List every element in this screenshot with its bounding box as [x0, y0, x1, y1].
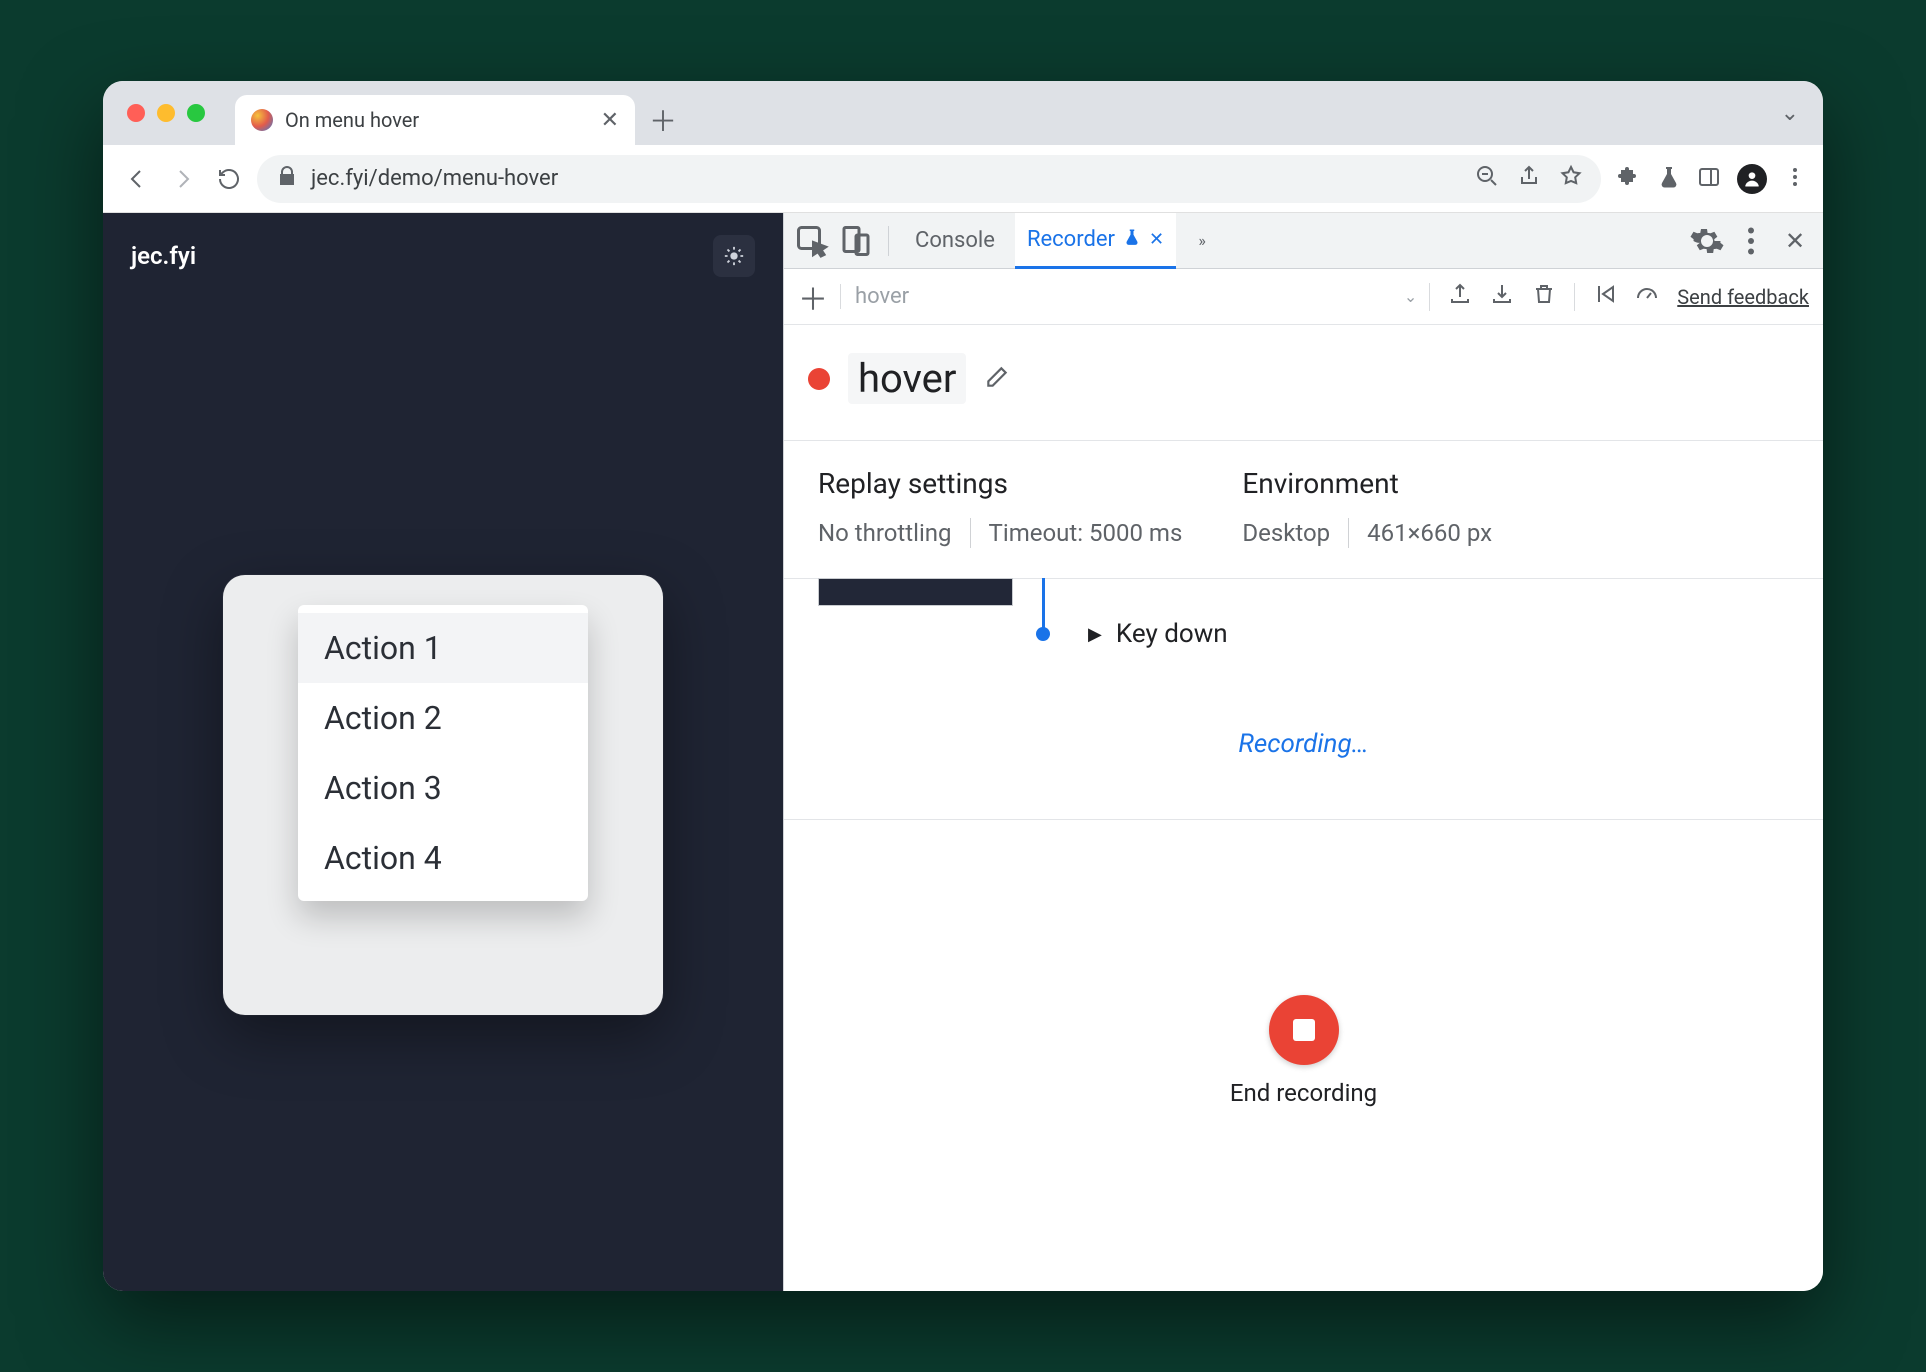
omnibox-actions	[1475, 164, 1583, 194]
timeline-connector	[1042, 578, 1045, 630]
tab-title: On menu hover	[285, 108, 589, 132]
dropdown-menu: Action 1 Action 2 Action 3 Action 4	[298, 605, 588, 901]
kebab-menu-icon[interactable]	[1783, 165, 1807, 193]
timeline: ▶ Key down Recording…	[784, 579, 1823, 820]
performance-icon[interactable]	[1635, 282, 1659, 312]
close-tab-button[interactable]: ✕	[601, 108, 619, 133]
devtools-panel: Console Recorder ✕ » ✕ ＋ hover ⌄	[783, 213, 1823, 1291]
omnibox[interactable]: jec.fyi/demo/menu-hover	[257, 155, 1601, 203]
menu-item-2[interactable]: Action 2	[298, 683, 588, 753]
settings-gear-icon[interactable]	[1689, 223, 1725, 259]
page-body: Hover me! Action 1 Action 2 Action 3 Act…	[103, 299, 783, 1291]
page-header: jec.fyi	[103, 213, 783, 299]
profile-avatar[interactable]	[1737, 164, 1767, 194]
stop-icon	[1293, 1019, 1315, 1041]
window-controls	[117, 104, 205, 122]
recording-settings: Replay settings No throttling Timeout: 5…	[784, 441, 1823, 579]
browser-window: On menu hover ✕ ＋ ⌄ jec.fyi/demo/menu-ho…	[103, 81, 1823, 1291]
side-panel-icon[interactable]	[1697, 165, 1721, 193]
browser-tab[interactable]: On menu hover ✕	[235, 95, 635, 145]
content-split: jec.fyi Hover me! Action 1 Action 2 Acti…	[103, 213, 1823, 1291]
close-devtools-icon[interactable]: ✕	[1777, 223, 1813, 259]
maximize-window-button[interactable]	[187, 104, 205, 122]
tab-console[interactable]: Console	[903, 213, 1007, 269]
close-panel-icon[interactable]: ✕	[1149, 229, 1164, 250]
timeline-node-icon	[1036, 627, 1050, 641]
site-name: jec.fyi	[131, 242, 196, 270]
edit-name-icon[interactable]	[984, 364, 1010, 394]
labs-flask-icon[interactable]	[1657, 165, 1681, 193]
env-device: Desktop	[1242, 519, 1330, 547]
share-icon[interactable]	[1517, 164, 1541, 194]
close-window-button[interactable]	[127, 104, 145, 122]
tab-strip: On menu hover ✕ ＋ ⌄	[103, 81, 1823, 145]
theme-toggle-button[interactable]	[713, 235, 755, 277]
toolbar-right	[1617, 164, 1807, 194]
url-text: jec.fyi/demo/menu-hover	[311, 166, 1463, 191]
demo-card[interactable]: Hover me! Action 1 Action 2 Action 3 Act…	[223, 575, 663, 1015]
zoom-out-icon[interactable]	[1475, 164, 1499, 194]
env-viewport: 461×660 px	[1367, 519, 1492, 547]
expand-triangle-icon[interactable]: ▶	[1088, 624, 1102, 645]
devtools-kebab-icon[interactable]	[1733, 223, 1769, 259]
recorder-toolbar: ＋ hover ⌄ Send feedback	[784, 269, 1823, 325]
recording-selector-value: hover	[855, 284, 909, 309]
lock-icon	[275, 164, 299, 194]
import-icon[interactable]	[1490, 282, 1514, 312]
throttling-value[interactable]: No throttling	[818, 519, 952, 547]
extensions-icon[interactable]	[1617, 165, 1641, 193]
favicon-icon	[251, 109, 273, 131]
recording-indicator-icon	[808, 368, 830, 390]
device-toggle-icon[interactable]	[838, 223, 874, 259]
export-icon[interactable]	[1448, 282, 1472, 312]
menu-item-4[interactable]: Action 4	[298, 823, 588, 893]
more-tabs-chevron-icon[interactable]: »	[1184, 223, 1220, 259]
chevron-down-icon: ⌄	[1404, 287, 1417, 306]
end-recording-label: End recording	[1230, 1079, 1377, 1107]
recorder-footer: End recording	[784, 820, 1823, 1291]
timeout-value[interactable]: Timeout: 5000 ms	[989, 519, 1183, 547]
recorder-actions: Send feedback	[1429, 282, 1809, 312]
recording-status: Recording…	[784, 659, 1823, 799]
bookmark-star-icon[interactable]	[1559, 164, 1583, 194]
environment-col: Environment Desktop 461×660 px	[1242, 467, 1492, 548]
replay-speed-icon[interactable]	[1593, 282, 1617, 312]
minimize-window-button[interactable]	[157, 104, 175, 122]
tab-list-chevron-icon[interactable]: ⌄	[1781, 101, 1799, 126]
reload-button[interactable]	[211, 161, 247, 197]
end-recording-button[interactable]	[1269, 995, 1339, 1065]
back-button[interactable]	[119, 161, 155, 197]
devtools-tabbar: Console Recorder ✕ » ✕	[784, 213, 1823, 269]
delete-icon[interactable]	[1532, 282, 1556, 312]
step-label: Key down	[1116, 619, 1228, 649]
webpage: jec.fyi Hover me! Action 1 Action 2 Acti…	[103, 213, 783, 1291]
menu-item-1[interactable]: Action 1	[298, 613, 588, 683]
recording-selector[interactable]: hover ⌄	[840, 284, 1417, 309]
new-recording-button[interactable]: ＋	[798, 275, 828, 319]
step-thumbnail[interactable]	[818, 578, 1013, 606]
replay-settings-col: Replay settings No throttling Timeout: 5…	[818, 467, 1182, 548]
tab-recorder-label: Recorder	[1027, 227, 1115, 252]
replay-settings-title: Replay settings	[818, 467, 1182, 500]
environment-title: Environment	[1242, 467, 1492, 500]
recording-title-row: hover	[784, 325, 1823, 441]
recording-name[interactable]: hover	[848, 353, 966, 404]
labs-flask-icon	[1123, 227, 1141, 252]
forward-button[interactable]	[165, 161, 201, 197]
tab-recorder[interactable]: Recorder ✕	[1015, 213, 1176, 269]
menu-item-3[interactable]: Action 3	[298, 753, 588, 823]
send-feedback-link[interactable]: Send feedback	[1677, 285, 1809, 309]
toolbar: jec.fyi/demo/menu-hover	[103, 145, 1823, 213]
new-tab-button[interactable]: ＋	[649, 95, 677, 145]
inspect-element-icon[interactable]	[794, 223, 830, 259]
